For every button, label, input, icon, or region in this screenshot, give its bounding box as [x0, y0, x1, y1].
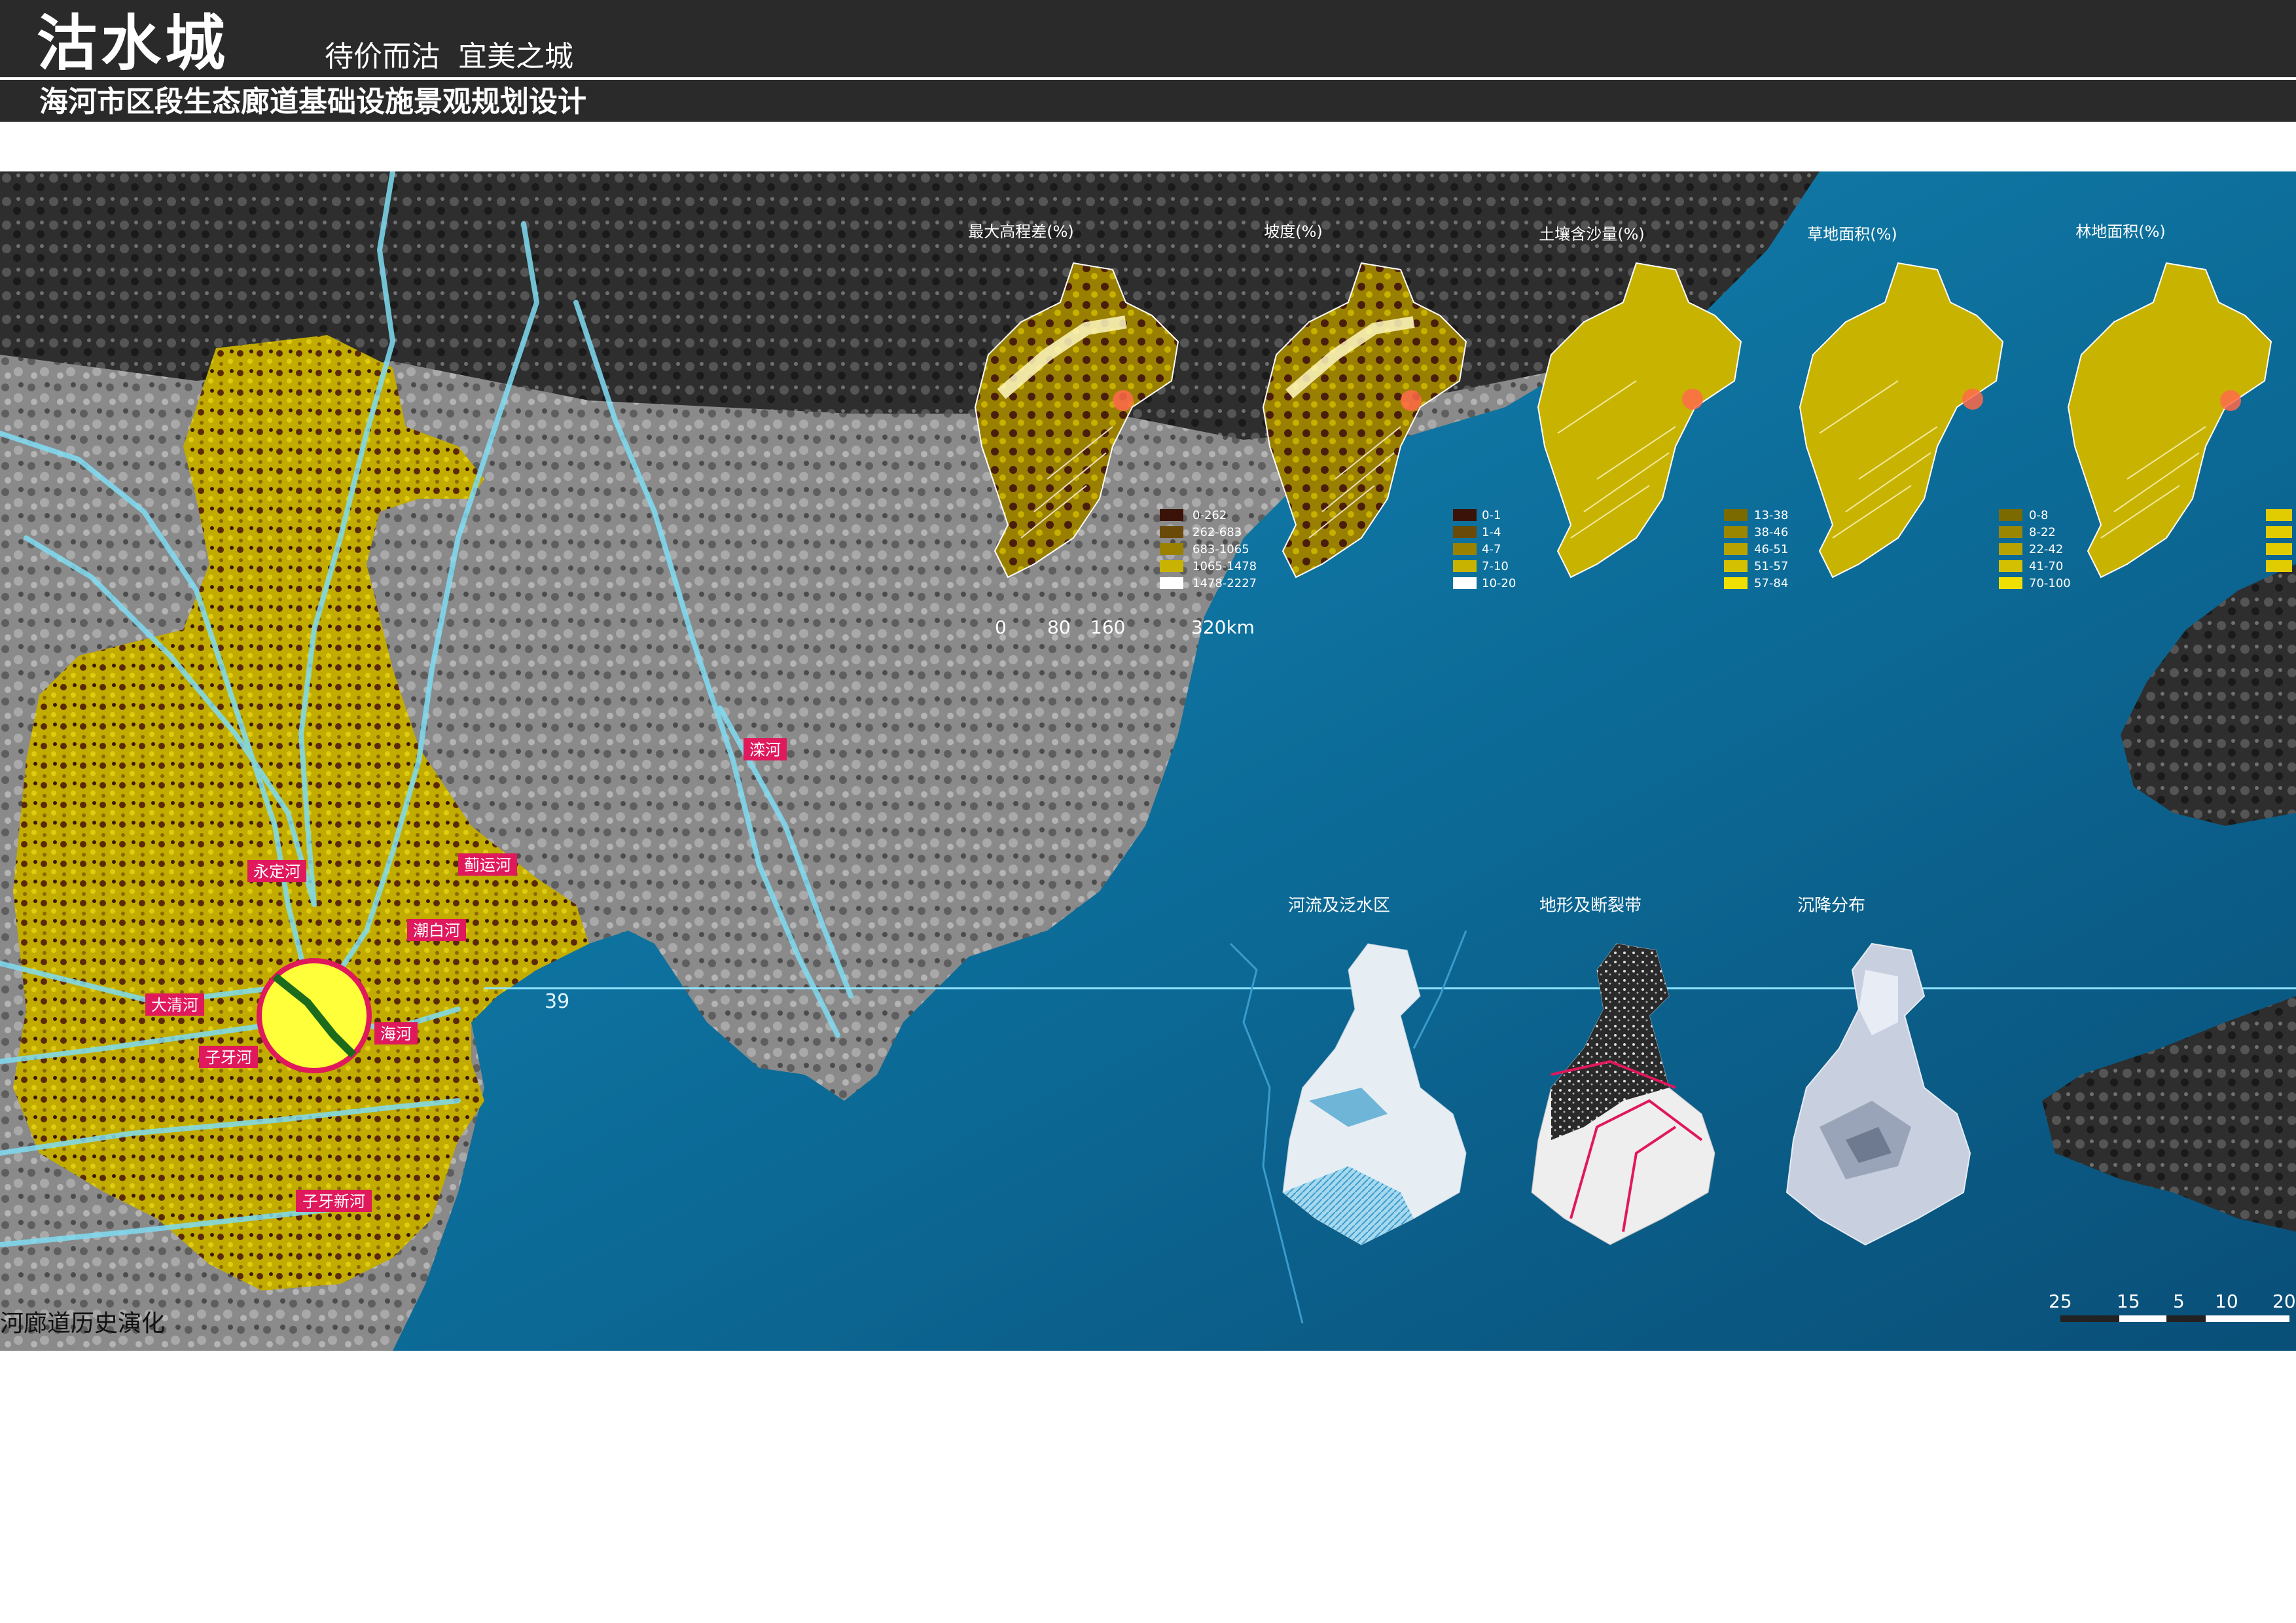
svg-text:20: 20: [2272, 1291, 2296, 1312]
river-label-haihe: 海河: [374, 1022, 418, 1044]
svg-text:320km: 320km: [1191, 616, 1255, 638]
svg-text:41-70: 41-70: [2029, 560, 2063, 573]
svg-text:0: 0: [995, 616, 1007, 638]
svg-text:13-38: 13-38: [1754, 508, 1788, 522]
svg-text:子牙河: 子牙河: [205, 1048, 252, 1067]
river-label-ziya: 子牙河: [199, 1046, 258, 1068]
svg-text:子牙新河: 子牙新河: [302, 1192, 365, 1211]
svg-text:70-100: 70-100: [2029, 577, 2071, 590]
svg-text:潮白河: 潮白河: [413, 921, 460, 940]
svg-text:22-42: 22-42: [2029, 543, 2063, 556]
svg-text:地形及断裂带: 地形及断裂带: [1539, 896, 1641, 916]
svg-text:1065-1478: 1065-1478: [1193, 560, 1257, 573]
svg-text:10-20: 10-20: [1482, 577, 1516, 590]
svg-text:38-46: 38-46: [1754, 526, 1788, 539]
thematic-legend-soil-sand: 13-38 38-46 46-51 51-57 57-84: [1724, 508, 1788, 590]
svg-text:5: 5: [2173, 1291, 2185, 1312]
svg-text:0-262: 0-262: [1193, 508, 1227, 522]
svg-text:0-1: 0-1: [1482, 508, 1501, 522]
brand-title: 沽水城: [37, 8, 230, 79]
river-label-chaobai: 潮白河: [407, 919, 466, 941]
latitude-label: 39: [545, 990, 569, 1013]
svg-text:262-683: 262-683: [1193, 526, 1242, 539]
header-bar: 沽水城 待价而沽 宜美之城 海河市区段生态廊道基础设施景观规划设计: [0, 0, 2296, 122]
svg-text:10: 10: [2215, 1291, 2238, 1312]
bottom-caption: 河廊道历史演化: [0, 1310, 165, 1337]
svg-text:0-8: 0-8: [2029, 508, 2048, 522]
svg-text:草地面积(%): 草地面积(%): [1807, 225, 1897, 243]
river-label-jiyun: 蓟运河: [458, 853, 517, 876]
svg-text:林地面积(%): 林地面积(%): [2075, 223, 2166, 241]
header-divider: [0, 77, 2296, 80]
project-title: 海河市区段生态廊道基础设施景观规划设计: [39, 85, 586, 118]
svg-text:1-4: 1-4: [1482, 526, 1501, 539]
slogan: 待价而沽 宜美之城: [325, 40, 573, 73]
river-label-luan: 滦河: [744, 738, 787, 760]
river-label-daqing: 大清河: [145, 993, 204, 1016]
svg-text:7-10: 7-10: [1482, 560, 1509, 573]
svg-text:15: 15: [2117, 1291, 2140, 1312]
svg-text:8-22: 8-22: [2029, 526, 2056, 539]
river-label-ziya-xin: 子牙新河: [296, 1190, 372, 1212]
svg-text:沉降分布: 沉降分布: [1797, 896, 1865, 916]
main-map-panel: 永定河 蓟运河 潮白河 大清河 海河 子牙河 子牙新河 滦河 39 河廊道历史演…: [0, 171, 2296, 1351]
svg-text:土壤含沙量(%): 土壤含沙量(%): [1539, 225, 1645, 243]
svg-text:河流及泛水区: 河流及泛水区: [1288, 896, 1390, 916]
svg-text:大清河: 大清河: [151, 996, 198, 1014]
svg-text:51-57: 51-57: [1754, 560, 1788, 573]
svg-text:160: 160: [1090, 616, 1125, 638]
river-label-yongding: 永定河: [247, 860, 306, 882]
svg-text:683-1065: 683-1065: [1193, 543, 1249, 556]
svg-text:57-84: 57-84: [1754, 577, 1788, 590]
svg-text:永定河: 永定河: [253, 863, 300, 881]
haihe-core-highlight: [257, 958, 372, 1073]
svg-text:蓟运河: 蓟运河: [464, 856, 511, 874]
svg-text:80: 80: [1047, 616, 1071, 638]
svg-text:最大高程差(%): 最大高程差(%): [968, 223, 1074, 241]
svg-text:25: 25: [2049, 1291, 2072, 1312]
svg-text:1478-2227: 1478-2227: [1193, 577, 1257, 590]
svg-text:海河: 海河: [380, 1025, 412, 1043]
svg-text:4-7: 4-7: [1482, 543, 1501, 556]
svg-text:坡度(%): 坡度(%): [1264, 223, 1323, 241]
svg-text:46-51: 46-51: [1754, 543, 1788, 556]
svg-text:滦河: 滦河: [749, 741, 781, 759]
